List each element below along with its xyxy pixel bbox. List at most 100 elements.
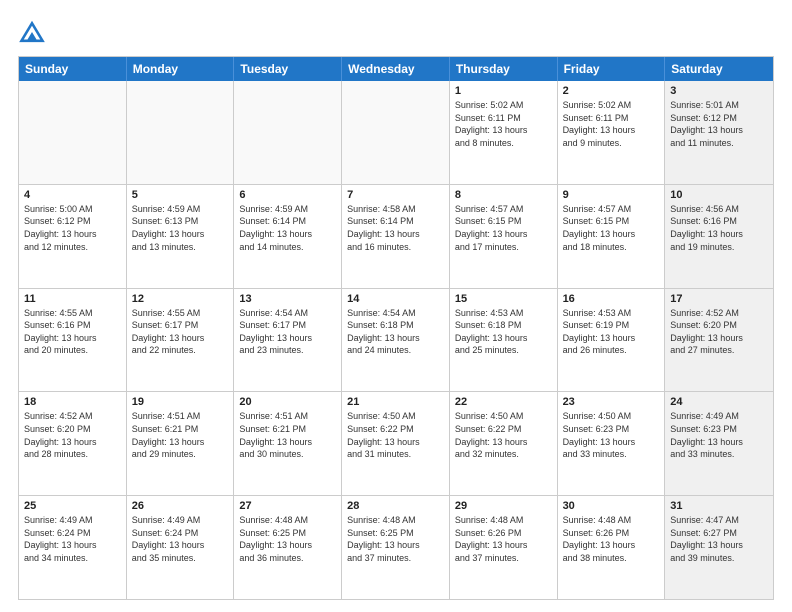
calendar-row: 4 Sunrise: 5:00 AM Sunset: 6:12 PM Daylig… (19, 184, 773, 288)
day-number: 30 (563, 500, 660, 512)
day-info: Sunrise: 4:48 AM Sunset: 6:25 PM Dayligh… (347, 514, 444, 564)
day-number: 7 (347, 189, 444, 201)
logo (18, 18, 50, 46)
day-info: Sunrise: 4:53 AM Sunset: 6:18 PM Dayligh… (455, 307, 552, 357)
day-number: 2 (563, 85, 660, 97)
day-info: Sunrise: 4:50 AM Sunset: 6:23 PM Dayligh… (563, 410, 660, 460)
day-info: Sunrise: 4:54 AM Sunset: 6:17 PM Dayligh… (239, 307, 336, 357)
calendar-cell: 28Sunrise: 4:48 AM Sunset: 6:25 PM Dayli… (342, 496, 450, 599)
calendar-cell: 15 Sunrise: 4:53 AM Sunset: 6:18 PM Dayli… (450, 289, 558, 392)
day-info: Sunrise: 4:51 AM Sunset: 6:21 PM Dayligh… (132, 410, 229, 460)
calendar-header-cell: Thursday (450, 57, 558, 81)
calendar-cell: 23 Sunrise: 4:50 AM Sunset: 6:23 PM Dayli… (558, 392, 666, 495)
calendar-cell: 19 Sunrise: 4:51 AM Sunset: 6:21 PM Dayli… (127, 392, 235, 495)
day-info: Sunrise: 4:51 AM Sunset: 6:21 PM Dayligh… (239, 410, 336, 460)
calendar-cell (342, 81, 450, 184)
day-number: 10 (670, 189, 768, 201)
day-info: Sunrise: 4:52 AM Sunset: 6:20 PM Dayligh… (670, 307, 768, 357)
day-info: Sunrise: 4:57 AM Sunset: 6:15 PM Dayligh… (563, 203, 660, 253)
day-info: Sunrise: 5:02 AM Sunset: 6:11 PM Dayligh… (563, 99, 660, 149)
day-number: 3 (670, 85, 768, 97)
day-info: Sunrise: 4:58 AM Sunset: 6:14 PM Dayligh… (347, 203, 444, 253)
calendar-header-row: SundayMondayTuesdayWednesdayThursdayFrid… (19, 57, 773, 81)
calendar-cell: 30Sunrise: 4:48 AM Sunset: 6:26 PM Dayli… (558, 496, 666, 599)
calendar-cell: 20Sunrise: 4:51 AM Sunset: 6:21 PM Dayli… (234, 392, 342, 495)
day-info: Sunrise: 4:53 AM Sunset: 6:19 PM Dayligh… (563, 307, 660, 357)
day-number: 15 (455, 293, 552, 305)
calendar-row: 11 Sunrise: 4:55 AM Sunset: 6:16 PM Dayli… (19, 288, 773, 392)
header (18, 18, 774, 46)
calendar-header-cell: Saturday (665, 57, 773, 81)
day-info: Sunrise: 4:59 AM Sunset: 6:14 PM Dayligh… (239, 203, 336, 253)
calendar-header-cell: Tuesday (234, 57, 342, 81)
day-info: Sunrise: 4:52 AM Sunset: 6:20 PM Dayligh… (24, 410, 121, 460)
day-info: Sunrise: 4:56 AM Sunset: 6:16 PM Dayligh… (670, 203, 768, 253)
calendar-cell: 9 Sunrise: 4:57 AM Sunset: 6:15 PM Daylig… (558, 185, 666, 288)
day-info: Sunrise: 4:55 AM Sunset: 6:17 PM Dayligh… (132, 307, 229, 357)
day-number: 19 (132, 396, 229, 408)
day-info: Sunrise: 5:01 AM Sunset: 6:12 PM Dayligh… (670, 99, 768, 149)
day-info: Sunrise: 4:50 AM Sunset: 6:22 PM Dayligh… (347, 410, 444, 460)
calendar-header-cell: Sunday (19, 57, 127, 81)
day-info: Sunrise: 4:49 AM Sunset: 6:24 PM Dayligh… (132, 514, 229, 564)
day-number: 25 (24, 500, 121, 512)
day-number: 29 (455, 500, 552, 512)
calendar-cell (234, 81, 342, 184)
day-number: 26 (132, 500, 229, 512)
day-number: 31 (670, 500, 768, 512)
calendar-cell (19, 81, 127, 184)
day-number: 16 (563, 293, 660, 305)
day-number: 8 (455, 189, 552, 201)
day-info: Sunrise: 5:00 AM Sunset: 6:12 PM Dayligh… (24, 203, 121, 253)
day-number: 23 (563, 396, 660, 408)
calendar-cell: 12 Sunrise: 4:55 AM Sunset: 6:17 PM Dayli… (127, 289, 235, 392)
calendar-cell: 13 Sunrise: 4:54 AM Sunset: 6:17 PM Dayli… (234, 289, 342, 392)
calendar-cell: 10 Sunrise: 4:56 AM Sunset: 6:16 PM Dayli… (665, 185, 773, 288)
day-number: 18 (24, 396, 121, 408)
day-info: Sunrise: 4:50 AM Sunset: 6:22 PM Dayligh… (455, 410, 552, 460)
calendar: SundayMondayTuesdayWednesdayThursdayFrid… (18, 56, 774, 600)
day-number: 6 (239, 189, 336, 201)
day-info: Sunrise: 4:48 AM Sunset: 6:25 PM Dayligh… (239, 514, 336, 564)
day-info: Sunrise: 5:02 AM Sunset: 6:11 PM Dayligh… (455, 99, 552, 149)
calendar-cell: 3 Sunrise: 5:01 AM Sunset: 6:12 PM Daylig… (665, 81, 773, 184)
day-info: Sunrise: 4:54 AM Sunset: 6:18 PM Dayligh… (347, 307, 444, 357)
calendar-cell: 22 Sunrise: 4:50 AM Sunset: 6:22 PM Dayli… (450, 392, 558, 495)
calendar-cell: 11 Sunrise: 4:55 AM Sunset: 6:16 PM Dayli… (19, 289, 127, 392)
day-info: Sunrise: 4:59 AM Sunset: 6:13 PM Dayligh… (132, 203, 229, 253)
day-info: Sunrise: 4:49 AM Sunset: 6:24 PM Dayligh… (24, 514, 121, 564)
day-number: 21 (347, 396, 444, 408)
day-number: 27 (239, 500, 336, 512)
logo-icon (18, 18, 46, 46)
calendar-cell: 31 Sunrise: 4:47 AM Sunset: 6:27 PM Dayli… (665, 496, 773, 599)
calendar-row: 18 Sunrise: 4:52 AM Sunset: 6:20 PM Dayli… (19, 391, 773, 495)
day-number: 22 (455, 396, 552, 408)
calendar-cell: 6 Sunrise: 4:59 AM Sunset: 6:14 PM Daylig… (234, 185, 342, 288)
calendar-header-cell: Monday (127, 57, 235, 81)
calendar-cell: 27 Sunrise: 4:48 AM Sunset: 6:25 PM Dayli… (234, 496, 342, 599)
calendar-cell: 24 Sunrise: 4:49 AM Sunset: 6:23 PM Dayli… (665, 392, 773, 495)
calendar-cell: 25 Sunrise: 4:49 AM Sunset: 6:24 PM Dayli… (19, 496, 127, 599)
calendar-cell: 14Sunrise: 4:54 AM Sunset: 6:18 PM Dayli… (342, 289, 450, 392)
day-number: 12 (132, 293, 229, 305)
calendar-row: 1Sunrise: 5:02 AM Sunset: 6:11 PM Daylig… (19, 81, 773, 184)
day-number: 13 (239, 293, 336, 305)
calendar-cell: 16 Sunrise: 4:53 AM Sunset: 6:19 PM Dayli… (558, 289, 666, 392)
calendar-cell: 7 Sunrise: 4:58 AM Sunset: 6:14 PM Daylig… (342, 185, 450, 288)
calendar-header-cell: Wednesday (342, 57, 450, 81)
day-number: 11 (24, 293, 121, 305)
calendar-body: 1Sunrise: 5:02 AM Sunset: 6:11 PM Daylig… (19, 81, 773, 599)
calendar-row: 25 Sunrise: 4:49 AM Sunset: 6:24 PM Dayli… (19, 495, 773, 599)
day-info: Sunrise: 4:55 AM Sunset: 6:16 PM Dayligh… (24, 307, 121, 357)
calendar-cell: 5Sunrise: 4:59 AM Sunset: 6:13 PM Daylig… (127, 185, 235, 288)
day-info: Sunrise: 4:49 AM Sunset: 6:23 PM Dayligh… (670, 410, 768, 460)
day-number: 24 (670, 396, 768, 408)
calendar-header-cell: Friday (558, 57, 666, 81)
calendar-cell (127, 81, 235, 184)
day-info: Sunrise: 4:47 AM Sunset: 6:27 PM Dayligh… (670, 514, 768, 564)
page: SundayMondayTuesdayWednesdayThursdayFrid… (0, 0, 792, 612)
day-number: 9 (563, 189, 660, 201)
calendar-cell: 8Sunrise: 4:57 AM Sunset: 6:15 PM Daylig… (450, 185, 558, 288)
day-number: 4 (24, 189, 121, 201)
day-info: Sunrise: 4:48 AM Sunset: 6:26 PM Dayligh… (455, 514, 552, 564)
